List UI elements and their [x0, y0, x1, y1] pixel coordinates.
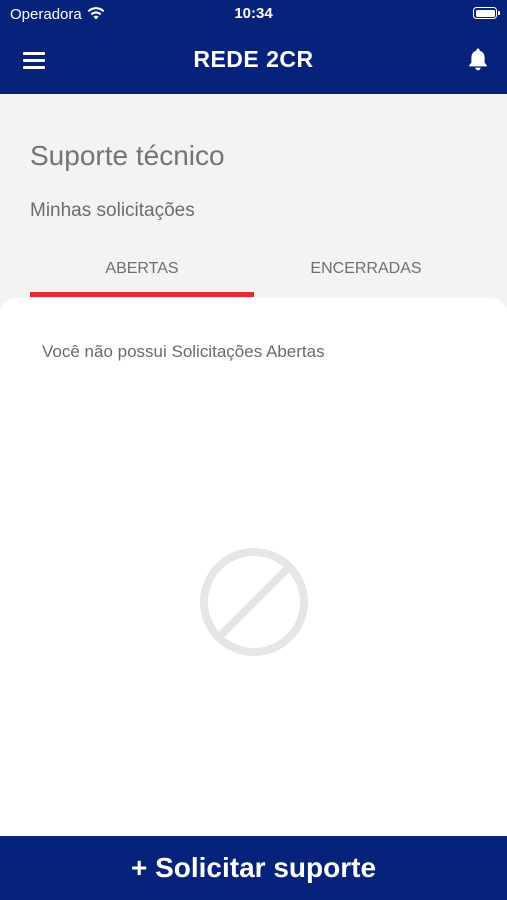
request-support-button[interactable]: + Solicitar suporte — [0, 836, 507, 900]
notifications-button[interactable] — [465, 46, 491, 72]
page-title: Suporte técnico — [30, 140, 225, 171]
top-bar: Operadora 10:34 REDE 2CR — [0, 0, 507, 94]
empty-state-message: Você não possui Solicitações Abertas — [42, 342, 325, 361]
tab-encerradas[interactable]: ENCERRADAS — [254, 248, 478, 300]
status-time: 10:34 — [234, 5, 273, 22]
bell-icon — [469, 48, 487, 71]
requests-list: Você não possui Solicitações Abertas — [0, 298, 507, 838]
selected-tab-indicator — [30, 292, 254, 297]
app-title: REDE 2CR — [193, 46, 314, 72]
battery-icon — [473, 7, 500, 19]
status-bar: Operadora 10:34 — [0, 0, 507, 28]
request-tabs: ABERTAS ENCERRADAS — [30, 248, 477, 300]
prohibited-icon — [200, 548, 308, 656]
support-screen: Operadora 10:34 REDE 2CR Suporte técnico… — [0, 0, 507, 900]
page-subtitle: Minhas solicitações — [30, 200, 195, 221]
